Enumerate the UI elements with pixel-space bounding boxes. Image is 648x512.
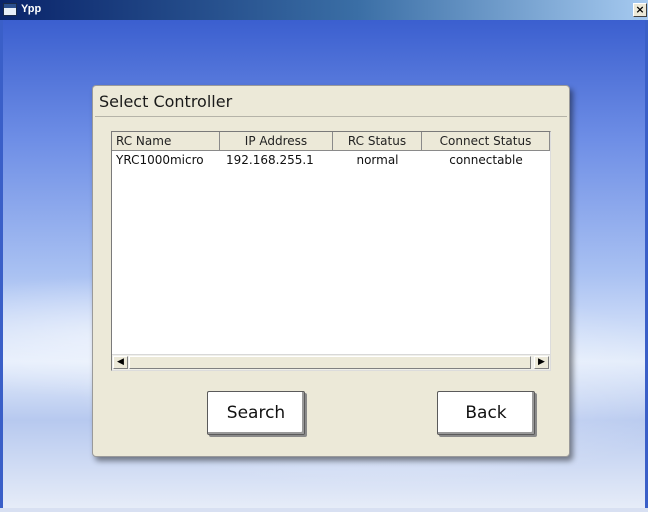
- scrollbar-thumb[interactable]: [129, 356, 531, 369]
- cell-connect-status: connectable: [449, 153, 523, 167]
- controller-list[interactable]: RC Name IP Address RC Status Connect Sta…: [111, 131, 551, 371]
- cell-ip-address: 192.168.255.1: [226, 153, 314, 167]
- close-icon[interactable]: ×: [633, 3, 647, 17]
- table-row[interactable]: YRC1000micro 192.168.255.1 normal connec…: [112, 152, 550, 169]
- app-window-icon: [3, 3, 17, 16]
- cell-rc-status: normal: [356, 153, 399, 167]
- column-header-ip-address[interactable]: IP Address: [220, 132, 333, 151]
- cell-rc-name: YRC1000micro: [116, 153, 204, 167]
- search-button[interactable]: Search: [207, 391, 305, 435]
- select-controller-dialog: Select Controller RC Name IP Address RC …: [92, 85, 570, 457]
- column-header-rc-status[interactable]: RC Status: [333, 132, 422, 151]
- back-button[interactable]: Back: [437, 391, 535, 435]
- title-bar: Ypp ×: [0, 0, 648, 20]
- horizontal-scrollbar[interactable]: ◀ ▶: [112, 354, 550, 370]
- dialog-title: Select Controller: [99, 92, 233, 111]
- dialog-title-divider: [95, 116, 567, 117]
- scroll-left-icon[interactable]: ◀: [113, 356, 128, 369]
- window-frame-bottom: [0, 508, 648, 512]
- list-header: RC Name IP Address RC Status Connect Sta…: [112, 132, 550, 151]
- column-header-connect-status[interactable]: Connect Status: [422, 132, 550, 151]
- scroll-right-icon[interactable]: ▶: [534, 356, 549, 369]
- column-header-rc-name[interactable]: RC Name: [112, 132, 220, 151]
- window-title: Ypp: [21, 3, 42, 15]
